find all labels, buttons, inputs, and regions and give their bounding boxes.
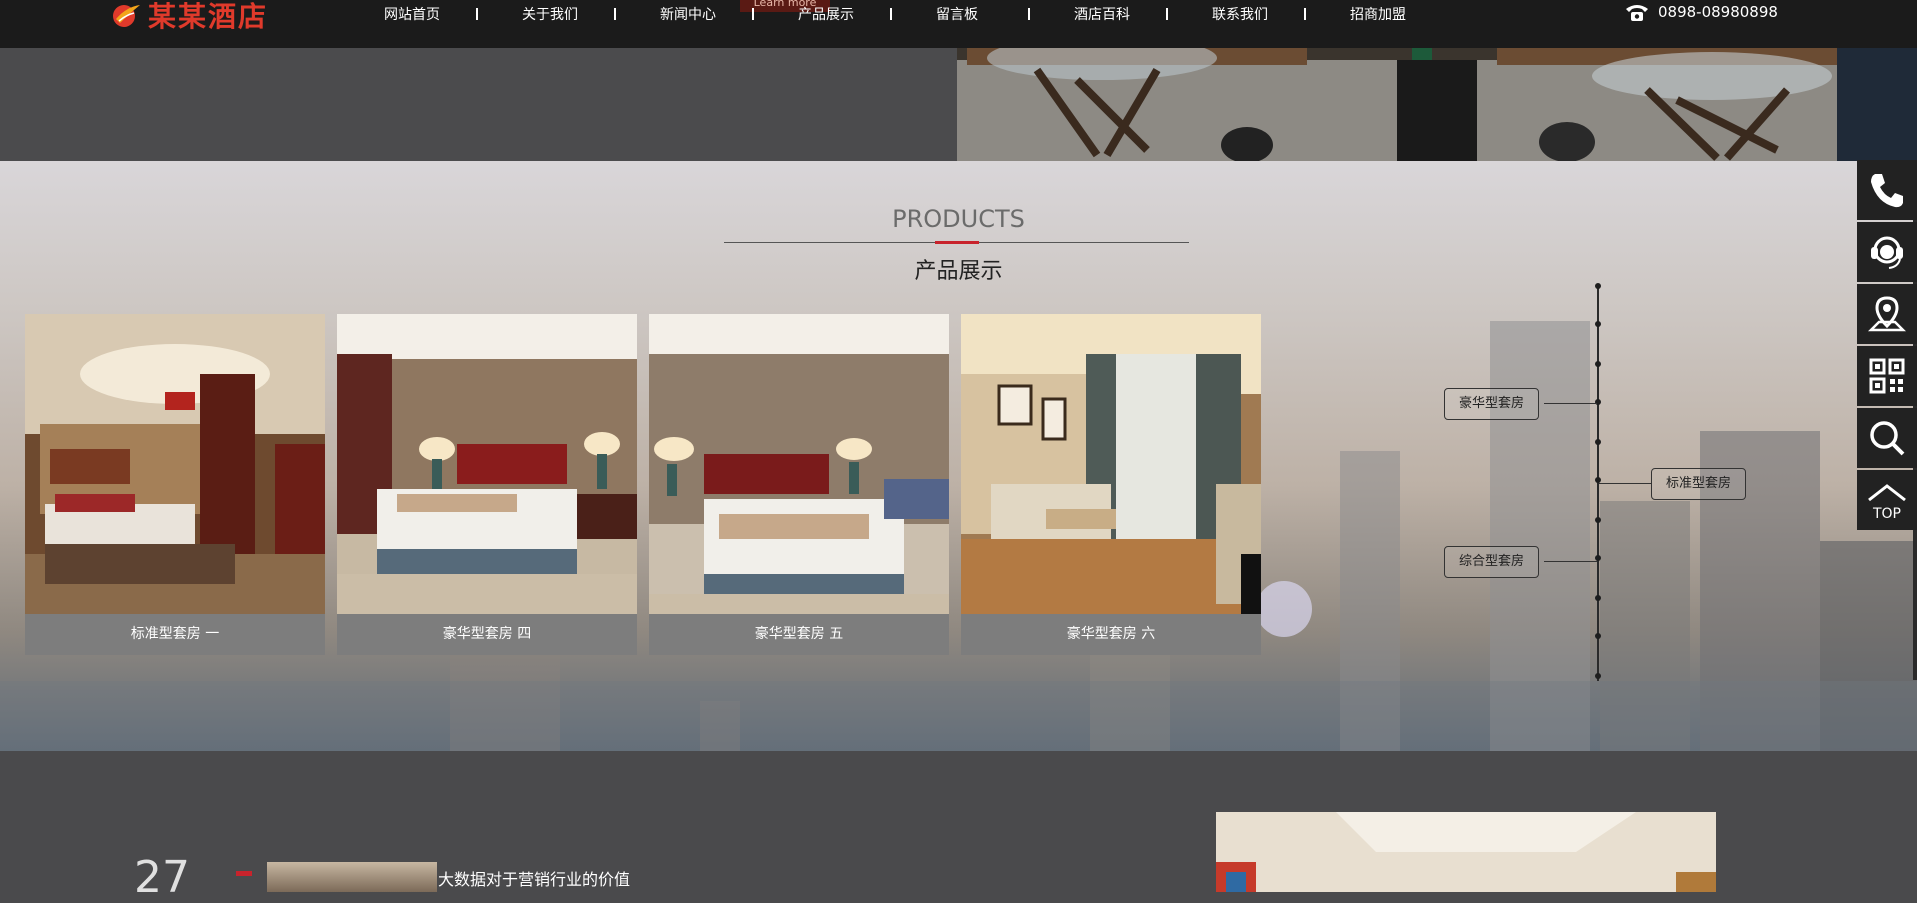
location-icon [1867,296,1907,332]
timeline-dot [1595,439,1601,445]
product-card-label: 标准型套房 一 [25,614,325,655]
timeline-dot [1595,283,1601,289]
side-search-button[interactable] [1857,408,1917,468]
product-card[interactable]: 豪华型套房 六 [961,314,1261,655]
phone-icon [1871,174,1903,208]
news-feature-image[interactable] [1216,812,1716,892]
nav-item-guestbook[interactable]: 留言板 [936,4,1074,24]
category-tag-deluxe[interactable]: 豪华型套房 [1444,388,1540,420]
top-icon: TOP [1868,484,1906,522]
nav-item-news[interactable]: 新闻中心 [660,4,798,24]
timeline-dot [1595,595,1601,601]
side-toolbar: TOP [1857,160,1917,532]
nav-item-franchise[interactable]: 招商加盟 [1350,4,1488,24]
hero-dark-panel [0,48,957,161]
nav-item-home[interactable]: 网站首页 [384,4,522,24]
qrcode-icon [1869,358,1905,394]
product-card[interactable]: 标准型套房 一 [25,314,325,655]
product-card-label: 豪华型套房 五 [649,614,949,655]
nav-item-encyclopedia[interactable]: 酒店百科 [1074,4,1212,24]
category-tag-comprehensive[interactable]: 综合型套房 [1444,546,1540,578]
timeline-dot [1595,321,1601,327]
section-title-en: PRODUCTS [892,205,1025,233]
product-card[interactable]: 豪华型套房 五 [649,314,949,655]
timeline-dot [1595,517,1601,523]
products-section: PRODUCTS 产品展示 标准型套房 一 豪华型套房 四 豪华型套房 五 豪华… [0,161,1917,751]
logo-text: 某某酒店 [148,0,269,33]
news-date-day: 27 [134,852,190,903]
product-photo [649,314,949,614]
top-label: TOP [1872,506,1901,522]
product-card-label: 豪华型套房 六 [961,614,1261,655]
header-phone: 0898-08980898 [1624,2,1778,22]
phone-number: 0898-08980898 [1658,3,1778,21]
product-cards: 标准型套房 一 豪华型套房 四 豪华型套房 五 豪华型套房 六 [25,314,1261,655]
customer-service-icon [1871,236,1903,269]
product-photo [25,314,325,614]
timeline-dot [1595,633,1601,639]
timeline-connector [1544,561,1597,562]
side-phone-button[interactable] [1857,160,1917,220]
product-photo [961,314,1261,614]
nav-item-about[interactable]: 关于我们 [522,4,660,24]
timeline-dot [1595,673,1601,679]
product-photo [337,314,637,614]
news-feature-photo [1216,812,1716,892]
nav-item-contact[interactable]: 联系我们 [1212,4,1350,24]
side-top-button[interactable]: TOP [1857,470,1917,530]
timeline-connector [1599,483,1651,484]
news-date-accent [236,871,252,876]
timeline-connector [1544,403,1597,404]
nav-item-products[interactable]: 产品展示 [798,4,936,24]
site-logo[interactable]: 某某酒店 [110,0,268,33]
top-navigation-bar: 某某酒店 Learn more 网站首页 关于我们 新闻中心 产品展示 留言板 … [0,0,1917,48]
logo-flame-icon [113,5,140,27]
side-customer-service-button[interactable] [1857,222,1917,282]
section-divider-accent [935,241,979,244]
timeline-dot [1595,361,1601,367]
section-title-cn: 产品展示 [914,259,1003,284]
timeline-dot [1595,399,1601,405]
category-tag-standard[interactable]: 标准型套房 [1651,468,1747,500]
product-card-label: 豪华型套房 四 [337,614,637,655]
side-location-button[interactable] [1857,284,1917,344]
news-title-link[interactable]: 大数据对于营销行业的价值 [438,866,630,890]
product-card[interactable]: 豪华型套房 四 [337,314,637,655]
main-nav: 网站首页 关于我们 新闻中心 产品展示 留言板 酒店百科 联系我们 招商加盟 [384,4,1488,24]
telephone-icon [1626,5,1648,21]
news-thumbnail[interactable] [267,862,437,892]
side-qrcode-button[interactable] [1857,346,1917,406]
search-icon [1870,421,1905,456]
